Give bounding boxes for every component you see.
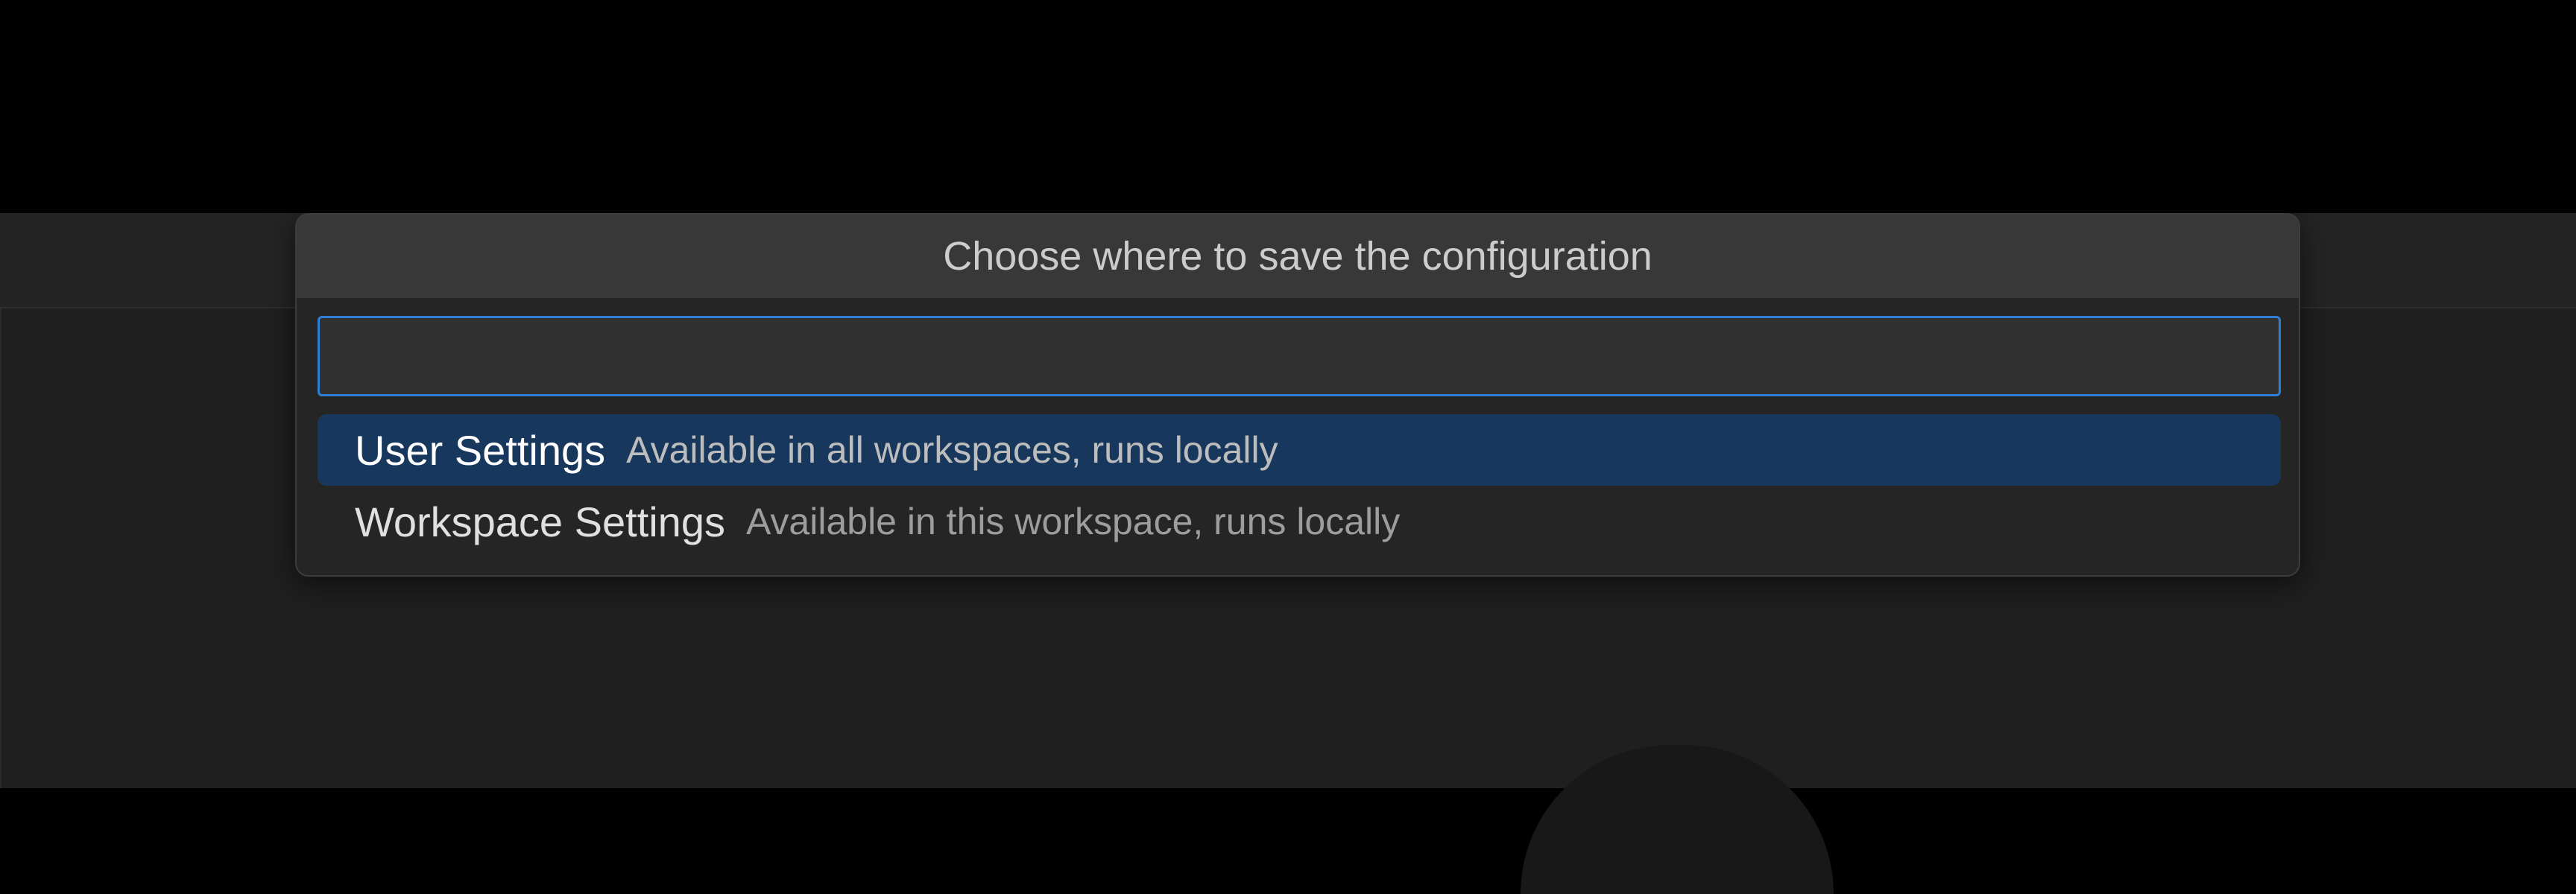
quick-pick-list: User Settings Available in all workspace…: [318, 414, 2281, 557]
quick-pick-item-label: Workspace Settings: [355, 498, 725, 545]
quick-pick-item-user-settings[interactable]: User Settings Available in all workspace…: [318, 414, 2281, 486]
quick-pick-title: Choose where to save the configuration: [297, 215, 2299, 298]
quick-pick-item-label: User Settings: [355, 426, 606, 474]
desktop-top-area: [0, 0, 2576, 213]
quick-pick-item-description: Available in all workspaces, runs locall…: [626, 429, 1278, 471]
quick-pick-input[interactable]: [318, 316, 2281, 396]
quick-pick-item-workspace-settings[interactable]: Workspace Settings Available in this wor…: [318, 486, 2281, 557]
quick-pick-item-description: Available in this workspace, runs locall…: [745, 501, 1401, 542]
quick-pick-dialog: Choose where to save the configuration U…: [295, 213, 2300, 577]
editor-left-border: [0, 308, 1, 788]
